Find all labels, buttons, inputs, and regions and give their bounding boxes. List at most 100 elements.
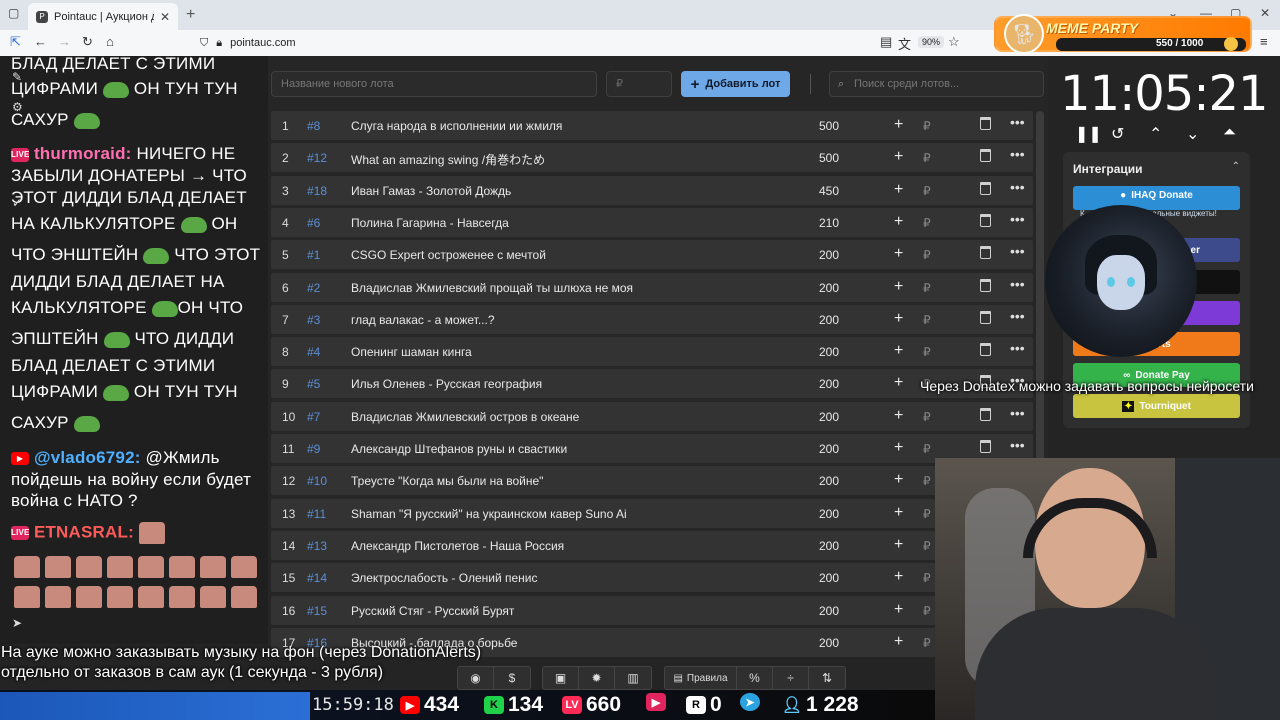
trash-icon[interactable] bbox=[980, 181, 991, 195]
double-up-icon[interactable]: ⏶ bbox=[1223, 124, 1236, 142]
add-amount-icon[interactable]: + bbox=[894, 536, 903, 554]
bug-icon[interactable]: ✹ bbox=[579, 667, 615, 689]
lot-name[interactable]: глад валакас - а может...? bbox=[351, 313, 811, 327]
lot-id[interactable]: #2 bbox=[307, 281, 347, 295]
lot-id[interactable]: #8 bbox=[307, 119, 347, 133]
add-lot-button[interactable]: + Добавить лот bbox=[681, 71, 790, 97]
lots-scrollbar[interactable] bbox=[1036, 111, 1044, 461]
github-icon[interactable]: ◉ bbox=[458, 667, 494, 689]
add-amount-icon[interactable]: + bbox=[894, 278, 903, 296]
trash-icon[interactable] bbox=[980, 310, 991, 324]
trash-icon[interactable] bbox=[980, 117, 991, 130]
more-icon[interactable]: ••• bbox=[1010, 437, 1025, 453]
lot-name[interactable]: Владислав Жмилевский остров в океане bbox=[351, 410, 811, 424]
more-icon[interactable]: ••• bbox=[1010, 405, 1025, 421]
lot-name[interactable]: Александр Штефанов руны и свастики bbox=[351, 442, 811, 456]
star-icon[interactable]: ☆ bbox=[948, 34, 960, 50]
add-amount-icon[interactable]: + bbox=[894, 504, 903, 522]
lot-name[interactable]: Полина Гагарина - Навсегда bbox=[351, 216, 811, 230]
home-icon[interactable]: ⌂ bbox=[106, 34, 114, 49]
add-amount-icon[interactable]: + bbox=[894, 116, 903, 134]
add-amount-icon[interactable]: + bbox=[894, 471, 903, 489]
add-amount-icon[interactable]: + bbox=[894, 568, 903, 586]
lot-id[interactable]: #6 bbox=[307, 216, 347, 230]
rules-button[interactable]: ▤ Правила bbox=[665, 667, 737, 689]
lot-row[interactable]: 12 #10 Треусте "Когда мы были на войне" 200… bbox=[271, 466, 1033, 496]
more-icon[interactable]: ••• bbox=[1010, 146, 1025, 162]
lot-row[interactable]: 6 #2 Владислав Жмилевский прощай ты шлюха … bbox=[271, 272, 1033, 302]
lot-row[interactable]: 4 #6 Полина Гагарина - Навсегда 210 + ₽ ••• bbox=[271, 207, 1033, 237]
lot-row[interactable]: 16#15Русский Стяг - Русский Бурят200+₽••… bbox=[271, 595, 1033, 625]
trash-icon[interactable] bbox=[980, 407, 991, 421]
lot-price-input[interactable]: ₽ bbox=[606, 71, 672, 97]
sort-icon[interactable]: ⇅ bbox=[809, 667, 845, 689]
trash-icon[interactable] bbox=[980, 278, 991, 292]
reload-icon[interactable]: ↻ bbox=[82, 34, 93, 50]
lot-search-input[interactable]: ⌕ Поиск среди лотов... bbox=[829, 71, 1044, 97]
sidebar-icon[interactable]: ⇱ bbox=[10, 34, 21, 50]
lot-id[interactable]: #11 bbox=[307, 507, 347, 521]
browser-tab[interactable]: P Pointauc | Аукцион для стриме ✕ bbox=[28, 3, 178, 30]
lot-row[interactable]: 10 #7 Владислав Жмилевский остров в океане… bbox=[271, 401, 1033, 431]
lot-name[interactable]: Слуга народа в исполнении ии жмиля bbox=[351, 119, 811, 133]
lot-id[interactable]: #14 bbox=[307, 571, 347, 585]
add-amount-icon[interactable]: + bbox=[894, 342, 903, 360]
lot-id[interactable]: #3 bbox=[307, 313, 347, 327]
lot-name[interactable]: Илья Оленев - Русская география bbox=[351, 377, 811, 391]
send-icon[interactable]: ➤ bbox=[12, 616, 22, 630]
reader-icon[interactable]: ▤ bbox=[880, 34, 892, 50]
zoom-level[interactable]: 90% bbox=[918, 36, 945, 48]
lot-name[interactable]: Иван Гамаз - Золотой Дождь bbox=[351, 184, 811, 198]
lot-row[interactable]: 7 #3 глад валакас - а может...? 200 + ₽ ••• bbox=[271, 304, 1033, 334]
chevron-down-icon[interactable]: ⌄ bbox=[1186, 124, 1199, 144]
lot-row[interactable]: 1 #8 Слуга народа в исполнении ии жмиля 500… bbox=[271, 111, 1033, 140]
lot-row[interactable]: 8 #4 Опенинг шаман кинга 200 + ₽ ••• bbox=[271, 337, 1033, 367]
lot-id[interactable]: #9 bbox=[307, 442, 347, 456]
forward-icon[interactable]: → bbox=[58, 34, 71, 49]
check-icon[interactable]: ✓ bbox=[12, 196, 22, 210]
add-amount-icon[interactable]: + bbox=[894, 374, 903, 392]
percent-button[interactable]: % bbox=[737, 667, 773, 689]
lot-row[interactable]: 13 #11 Shaman "Я русский" на украинском ка… bbox=[271, 498, 1033, 528]
lot-id[interactable]: #13 bbox=[307, 539, 347, 553]
more-icon[interactable]: ••• bbox=[1010, 243, 1025, 259]
lot-id[interactable]: #18 bbox=[307, 184, 347, 198]
translate-icon[interactable]: 文 bbox=[898, 34, 911, 53]
new-lot-input[interactable]: Название нового лота bbox=[271, 71, 597, 97]
lot-row[interactable]: 2 #12 What an amazing swing /角巻わため 500 + ₽ ••• bbox=[271, 143, 1033, 173]
chevron-up-icon[interactable]: ⌃ bbox=[1149, 124, 1162, 144]
lot-name[interactable]: CSGO Expert остроженее с мечтой bbox=[351, 248, 811, 262]
add-amount-icon[interactable]: + bbox=[894, 439, 903, 457]
more-icon[interactable]: ••• bbox=[1010, 179, 1025, 195]
lot-id[interactable]: #5 bbox=[307, 377, 347, 391]
add-amount-icon[interactable]: + bbox=[894, 148, 903, 166]
pause-icon[interactable]: ❚❚ bbox=[1075, 124, 1102, 144]
lot-row[interactable]: 14 #13 Александр Пистолетов - Наша Россия 2… bbox=[271, 530, 1033, 560]
dollar-icon[interactable]: $ bbox=[494, 667, 530, 689]
lot-name[interactable]: Электрослабость - Олений пенис bbox=[351, 571, 811, 585]
add-amount-icon[interactable]: + bbox=[894, 601, 903, 619]
new-tab-icon[interactable]: + bbox=[186, 6, 195, 24]
more-icon[interactable]: ••• bbox=[1010, 211, 1025, 227]
lot-id[interactable]: #12 bbox=[307, 151, 347, 165]
clear-icon[interactable]: ▥ bbox=[615, 667, 651, 689]
lot-name[interactable]: Владислав Жмилевский прощай ты шлюха не … bbox=[351, 281, 811, 295]
reset-icon[interactable]: ↺ bbox=[1111, 124, 1124, 144]
add-amount-icon[interactable]: + bbox=[894, 633, 903, 651]
more-icon[interactable]: ••• bbox=[1010, 276, 1025, 292]
chevron-up-icon[interactable]: ⌃ bbox=[1232, 161, 1240, 172]
trash-icon[interactable] bbox=[980, 213, 991, 227]
lot-id[interactable]: #1 bbox=[307, 248, 347, 262]
lot-name[interactable]: Русский Стяг - Русский Бурят bbox=[351, 604, 811, 618]
lot-row[interactable]: 15 #14 Электрослабость - Олений пенис 200 + ₽… bbox=[271, 563, 1033, 593]
trash-icon[interactable] bbox=[980, 440, 991, 453]
more-icon[interactable]: ••• bbox=[1010, 114, 1025, 130]
add-amount-icon[interactable]: + bbox=[894, 245, 903, 263]
split-icon[interactable]: ÷ bbox=[773, 667, 809, 689]
ihaq-donate-button[interactable]: ● IHAQ Donate bbox=[1073, 186, 1240, 210]
lot-id[interactable]: #15 bbox=[307, 604, 347, 618]
lot-name[interactable]: What an amazing swing /角巻わため bbox=[351, 151, 811, 168]
lot-name[interactable]: Треусте "Когда мы были на войне" bbox=[351, 474, 811, 488]
lot-row[interactable]: 9 #5 Илья Оленев - Русская география 200 + ₽ •… bbox=[271, 369, 1033, 399]
tab-list-icon[interactable]: ▢ bbox=[8, 6, 19, 20]
